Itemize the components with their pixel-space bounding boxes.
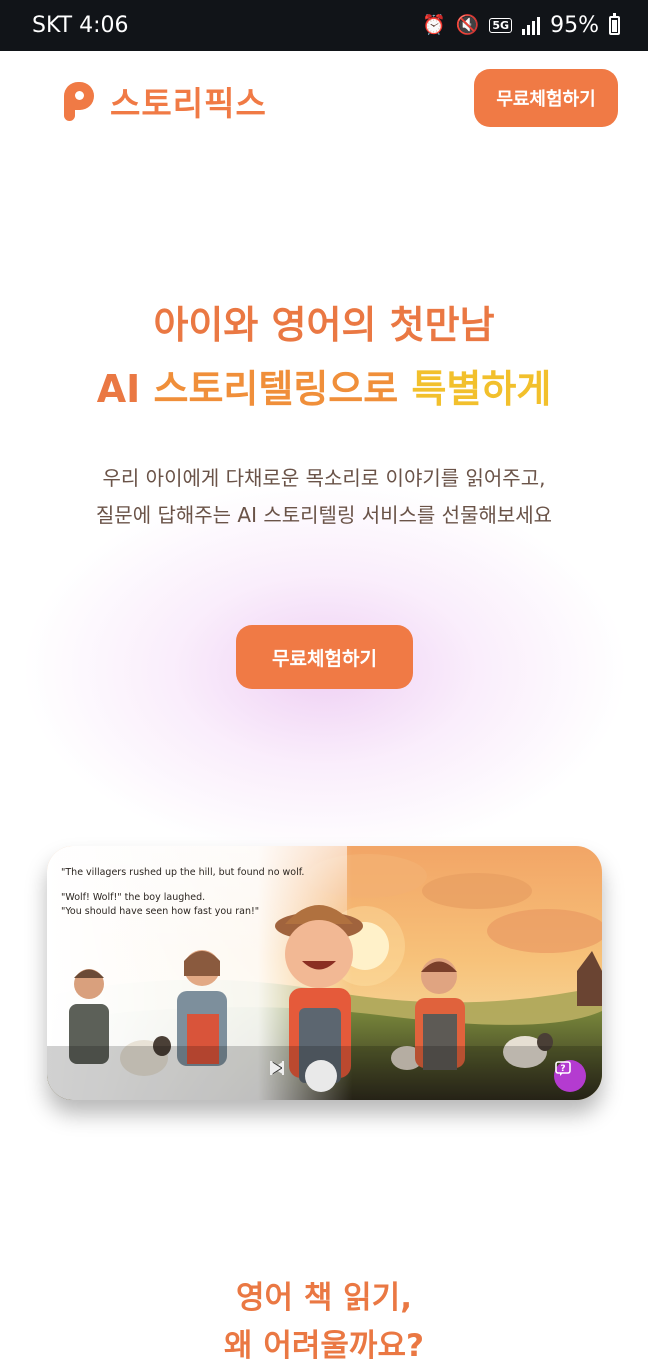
alarm-icon: ⏰ [422, 14, 446, 36]
hero-title-highlight: 특별하게 [411, 367, 552, 411]
site-header: 스토리픽스 무료체험하기 [0, 51, 648, 151]
logo-mark-icon [62, 80, 96, 122]
section-title-line2: 왜 어려울까요? [224, 1328, 424, 1364]
question-bubble-icon[interactable]: ? [554, 1060, 586, 1092]
section-title: 영어 책 읽기, 왜 어려울까요? [0, 1274, 648, 1368]
hero-title-ai: AI [96, 367, 141, 411]
hero-subtitle-line2: 질문에 답해주는 AI 스토리텔링 서비스를 선물해보세요 [95, 503, 553, 527]
logo[interactable]: 스토리픽스 [62, 77, 267, 125]
hero-subtitle: 우리 아이에게 다채로운 목소리로 이야기를 읽어주고, 질문에 답해주는 AI… [0, 460, 648, 534]
story-preview-card[interactable]: "The villagers rushed up the hill, but f… [47, 846, 602, 1100]
battery-percent: 95% [550, 13, 599, 38]
mute-icon: 🔇 [455, 14, 480, 36]
hero-title-line2: AI 스토리텔링으로 특별하게 [0, 354, 648, 424]
status-time: SKT 4:06 [32, 13, 129, 38]
svg-text:?: ? [560, 1064, 565, 1074]
hero-free-trial-button[interactable]: 무료체험하기 [236, 625, 413, 689]
hero-title-line1: 아이와 영어의 첫만남 [153, 303, 495, 347]
player-controls [269, 1060, 373, 1092]
logo-text: 스토리픽스 [110, 84, 267, 123]
story-line-3: "You should have seen how fast you ran!" [61, 906, 260, 917]
signal-icon [522, 16, 541, 35]
hero-title-mid: 스토리텔링으로 [140, 367, 412, 411]
story-line-1: "The villagers rushed up the hill, but f… [61, 867, 305, 878]
header-free-trial-button[interactable]: 무료체험하기 [474, 69, 618, 127]
story-line-2: "Wolf! Wolf!" the boy laughed. [61, 892, 206, 903]
next-icon[interactable] [270, 1061, 373, 1085]
story-text: "The villagers rushed up the hill, but f… [61, 866, 321, 930]
section-title-line1: 영어 책 읽기, [236, 1280, 412, 1316]
status-icons: ⏰ 🔇 5G 95% [422, 13, 620, 38]
play-icon[interactable] [273, 1060, 337, 1092]
5g-icon: 5G [489, 18, 513, 33]
battery-icon [609, 13, 620, 35]
hero-subtitle-line1: 우리 아이에게 다채로운 목소리로 이야기를 읽어주고, [102, 466, 546, 490]
status-bar: SKT 4:06 ⏰ 🔇 5G 95% [0, 0, 648, 51]
